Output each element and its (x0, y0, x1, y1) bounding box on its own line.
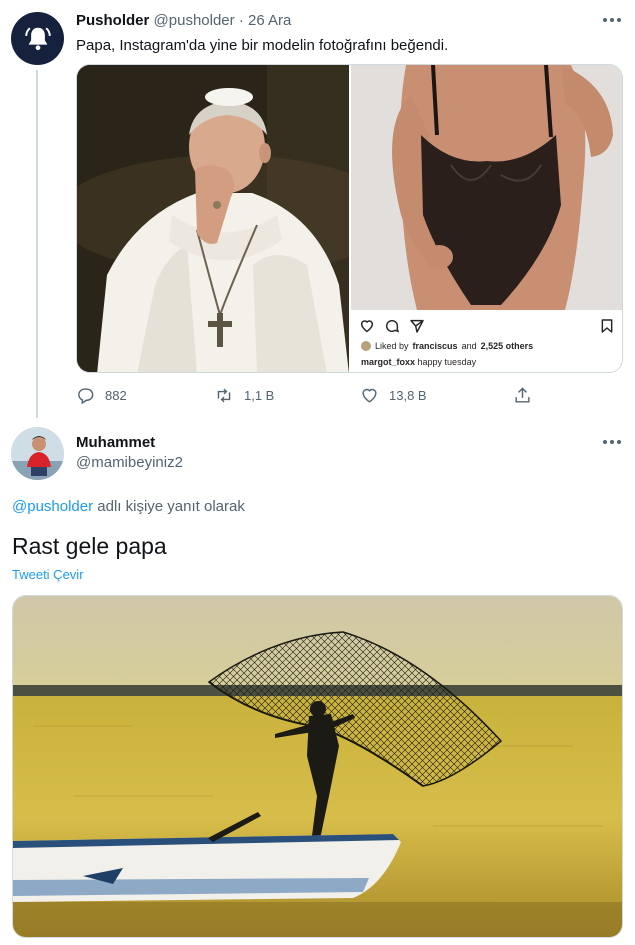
bell-icon (24, 26, 51, 50)
reply-mention-link[interactable]: @pusholder (12, 498, 93, 515)
heart-icon[interactable] (359, 318, 375, 334)
reply-count: 882 (105, 387, 127, 403)
tweet-muhammet: Muhammet @mamibeyiniz2 @pusholder adlı k… (0, 418, 635, 945)
tweet-pusholder: Pusholder @pusholder · 26 Ara Papa, Inst… (0, 0, 635, 418)
tweet-media[interactable]: Liked by franciscus and 2,525 others mar… (76, 64, 623, 373)
tweet-media[interactable] (12, 595, 623, 938)
tweet-date[interactable]: 26 Ara (248, 12, 291, 29)
retweet-icon (217, 388, 231, 402)
like-icon (362, 388, 377, 403)
tweet-actions: 882 1,1 B 13,8 B (76, 384, 546, 406)
liked-by-prefix: Liked by (375, 341, 409, 351)
display-name[interactable]: Muhammet (76, 434, 155, 452)
liked-by-and: and (461, 341, 477, 351)
fisherman-photo (13, 596, 622, 937)
reply-button[interactable]: 882 (76, 384, 127, 406)
avatar[interactable] (11, 12, 64, 65)
like-button[interactable]: 13,8 B (360, 384, 427, 406)
display-name[interactable]: Pusholder (76, 12, 149, 29)
liked-by-user[interactable]: franciscus (413, 341, 458, 351)
comment-icon[interactable] (384, 318, 400, 334)
share-icon[interactable] (409, 318, 425, 334)
reply-context: @pusholder adlı kişiye yanıt olarak (12, 498, 245, 516)
instagram-caption: margot_foxx happy tuesday (361, 357, 476, 367)
instagram-photo[interactable] (351, 65, 622, 310)
separator: · (238, 12, 244, 29)
instagram-post[interactable]: Liked by franciscus and 2,525 others mar… (351, 65, 622, 372)
retweet-button[interactable]: 1,1 B (214, 384, 274, 406)
tweet-text: Papa, Instagram'da yine bir modelin foto… (76, 37, 449, 54)
retweet-count: 1,1 B (244, 387, 275, 403)
more-options-icon[interactable] (600, 11, 624, 29)
liked-by-others[interactable]: 2,525 others (481, 341, 534, 351)
tweet-text: Rast gele papa (12, 533, 167, 559)
reply-icon (78, 387, 94, 404)
thread-line (36, 70, 38, 418)
pope-photo[interactable] (77, 65, 349, 372)
caption-user[interactable]: margot_foxx (361, 357, 415, 367)
handle[interactable]: @mamibeyiniz2 (76, 454, 183, 472)
caption-text: happy tuesday (417, 357, 477, 367)
handle[interactable]: @pusholder (154, 12, 235, 29)
liker-avatar (361, 341, 371, 351)
more-options-icon[interactable] (600, 433, 624, 451)
liked-by-line: Liked by franciscus and 2,525 others (361, 341, 533, 351)
swimsuit-illustration (351, 65, 622, 310)
instagram-actions (359, 317, 617, 335)
reply-suffix: adlı kişiye yanıt olarak (97, 498, 245, 515)
translate-tweet-link[interactable]: Tweeti Çevir (12, 567, 84, 583)
share-button[interactable] (513, 384, 532, 406)
avatar[interactable] (11, 427, 64, 480)
share-upload-icon (515, 386, 530, 403)
pope-illustration (77, 65, 349, 372)
tweet-header: Pusholder @pusholder · 26 Ara (76, 12, 291, 30)
like-count: 13,8 B (389, 387, 427, 403)
bookmark-icon[interactable] (599, 318, 615, 334)
user-photo (11, 427, 64, 480)
